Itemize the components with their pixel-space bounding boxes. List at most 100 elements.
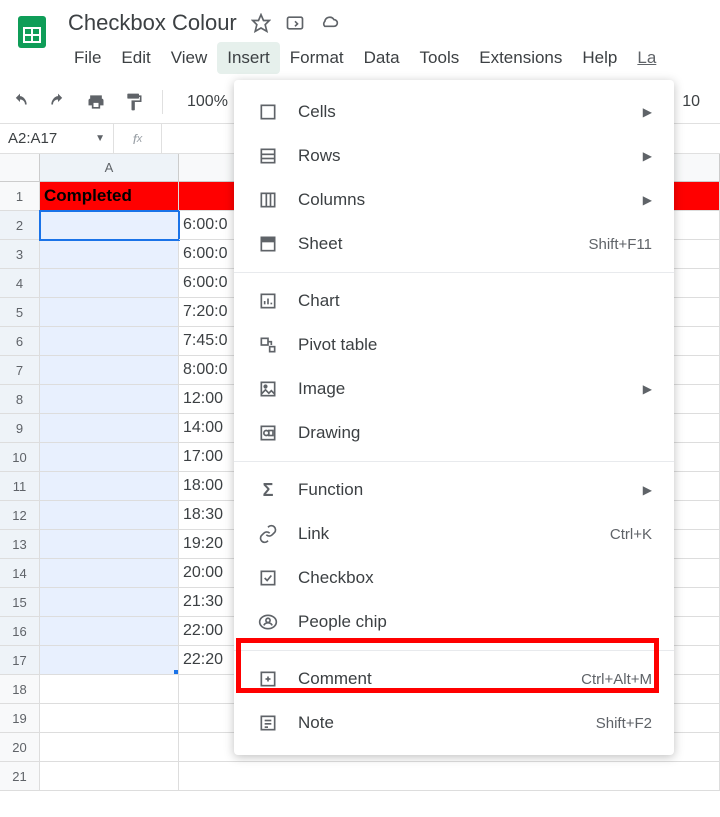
fx-label: ffxx — [114, 124, 162, 153]
row-header[interactable]: 6 — [0, 327, 40, 356]
cell[interactable] — [40, 617, 179, 646]
menu-label: Checkbox — [298, 568, 652, 588]
submenu-arrow-icon: ▶ — [643, 193, 652, 207]
font-size[interactable]: 10 — [682, 93, 710, 111]
row-header[interactable]: 21 — [0, 762, 40, 791]
star-icon[interactable] — [251, 13, 271, 33]
sheets-logo[interactable] — [12, 8, 52, 56]
menu-lastupdate[interactable]: La — [627, 42, 666, 74]
insert-chart[interactable]: Chart — [234, 279, 674, 323]
row-header[interactable]: 9 — [0, 414, 40, 443]
cell[interactable] — [40, 385, 179, 414]
row-header[interactable]: 17 — [0, 646, 40, 675]
menu-view[interactable]: View — [161, 42, 218, 74]
insert-people-chip[interactable]: People chip — [234, 600, 674, 644]
row-header[interactable]: 8 — [0, 385, 40, 414]
menu-help[interactable]: Help — [572, 42, 627, 74]
cell[interactable] — [40, 559, 179, 588]
insert-link[interactable]: Link Ctrl+K — [234, 512, 674, 556]
row-header[interactable]: 12 — [0, 501, 40, 530]
redo-icon[interactable] — [48, 92, 68, 112]
cell[interactable] — [40, 327, 179, 356]
row-header[interactable]: 1 — [0, 182, 40, 211]
menu-tools[interactable]: Tools — [410, 42, 470, 74]
row-header[interactable]: 13 — [0, 530, 40, 559]
cell[interactable] — [40, 472, 179, 501]
menu-extensions[interactable]: Extensions — [469, 42, 572, 74]
print-icon[interactable] — [86, 92, 106, 112]
cell[interactable] — [40, 588, 179, 617]
row-header[interactable]: 2 — [0, 211, 40, 240]
document-title[interactable]: Checkbox Colour — [68, 10, 237, 36]
row-header[interactable]: 7 — [0, 356, 40, 385]
menu-edit[interactable]: Edit — [111, 42, 160, 74]
row-header[interactable]: 19 — [0, 704, 40, 733]
row-header[interactable]: 11 — [0, 472, 40, 501]
insert-checkbox[interactable]: Checkbox — [234, 556, 674, 600]
cells-icon — [256, 100, 280, 124]
menu-label: Chart — [298, 291, 652, 311]
cell[interactable] — [40, 646, 179, 675]
insert-columns[interactable]: Columns ▶ — [234, 178, 674, 222]
insert-comment[interactable]: Comment Ctrl+Alt+M — [234, 657, 674, 701]
move-icon[interactable] — [285, 13, 305, 33]
row-header[interactable]: 20 — [0, 733, 40, 762]
menu-file[interactable]: File — [64, 42, 111, 74]
insert-note[interactable]: Note Shift+F2 — [234, 701, 674, 745]
menu-shortcut: Ctrl+K — [610, 526, 652, 543]
cell[interactable] — [40, 733, 179, 762]
cell[interactable] — [40, 501, 179, 530]
cell[interactable] — [40, 675, 179, 704]
col-header-a[interactable]: A — [40, 154, 179, 182]
row-header[interactable]: 3 — [0, 240, 40, 269]
app-header: Checkbox Colour File Edit View Insert Fo… — [0, 0, 720, 80]
row-header[interactable]: 5 — [0, 298, 40, 327]
menu-separator — [234, 461, 674, 462]
insert-cells[interactable]: Cells ▶ — [234, 90, 674, 134]
menu-label: Note — [298, 713, 578, 733]
cell[interactable] — [179, 762, 720, 791]
row-header[interactable]: 18 — [0, 675, 40, 704]
cell[interactable] — [40, 211, 179, 240]
cell[interactable] — [40, 269, 179, 298]
menu-label: People chip — [298, 612, 652, 632]
undo-icon[interactable] — [10, 92, 30, 112]
row-header[interactable]: 16 — [0, 617, 40, 646]
select-all-corner[interactable] — [0, 154, 40, 182]
link-icon — [256, 522, 280, 546]
submenu-arrow-icon: ▶ — [643, 483, 652, 497]
menu-separator — [234, 650, 674, 651]
row-header[interactable]: 4 — [0, 269, 40, 298]
cell[interactable] — [40, 298, 179, 327]
cell[interactable] — [40, 704, 179, 733]
row-header[interactable]: 14 — [0, 559, 40, 588]
cloud-icon[interactable] — [319, 13, 339, 33]
cell[interactable] — [40, 240, 179, 269]
menu-shortcut: Shift+F11 — [588, 236, 652, 253]
insert-image[interactable]: Image ▶ — [234, 367, 674, 411]
name-box[interactable]: A2:A17 ▼ — [0, 124, 114, 153]
cell[interactable] — [40, 356, 179, 385]
insert-drawing[interactable]: Drawing — [234, 411, 674, 455]
image-icon — [256, 377, 280, 401]
chart-icon — [256, 289, 280, 313]
cell[interactable] — [40, 530, 179, 559]
cell[interactable]: Completed — [40, 182, 179, 211]
columns-icon — [256, 188, 280, 212]
menu-insert[interactable]: Insert — [217, 42, 280, 74]
chevron-down-icon: ▼ — [95, 133, 105, 144]
row-header[interactable]: 10 — [0, 443, 40, 472]
insert-rows[interactable]: Rows ▶ — [234, 134, 674, 178]
menu-shortcut: Ctrl+Alt+M — [581, 671, 652, 688]
cell[interactable] — [40, 414, 179, 443]
paint-format-icon[interactable] — [124, 92, 144, 112]
menu-format[interactable]: Format — [280, 42, 354, 74]
insert-pivot[interactable]: Pivot table — [234, 323, 674, 367]
insert-function[interactable]: Σ Function ▶ — [234, 468, 674, 512]
menu-data[interactable]: Data — [354, 42, 410, 74]
insert-sheet[interactable]: Sheet Shift+F11 — [234, 222, 674, 266]
zoom-selector[interactable]: 100% — [181, 93, 234, 111]
row-header[interactable]: 15 — [0, 588, 40, 617]
cell[interactable] — [40, 762, 179, 791]
cell[interactable] — [40, 443, 179, 472]
